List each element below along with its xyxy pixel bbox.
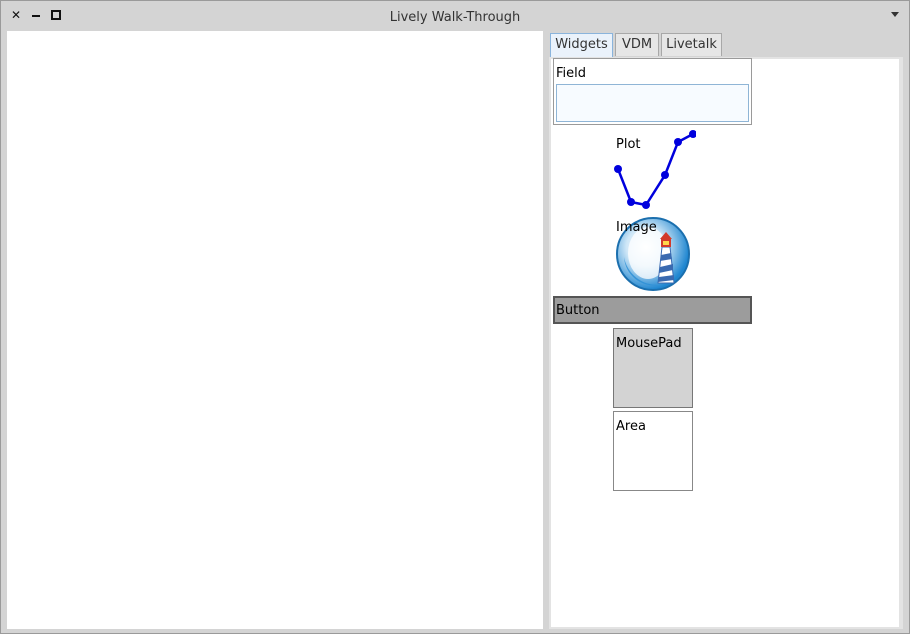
widgets-panel (549, 57, 903, 629)
plot-point (627, 198, 635, 206)
app-window: ✕ Lively Walk-Through Widgets VDM Liveta… (0, 0, 910, 634)
field-label: Field (556, 66, 587, 81)
plot-point (614, 165, 622, 173)
world-canvas[interactable] (7, 31, 543, 629)
title-bar[interactable]: ✕ Lively Walk-Through (1, 1, 909, 30)
tab-widgets[interactable]: Widgets (550, 33, 613, 58)
image-label: Image (616, 220, 657, 235)
chevron-down-icon[interactable] (891, 12, 899, 17)
tab-vdm[interactable]: VDM (615, 33, 659, 56)
mousepad-label: MousePad (616, 336, 682, 351)
plot-label: Plot (616, 137, 641, 152)
button-label: Button (556, 303, 600, 318)
plot-point (642, 201, 650, 209)
field-input[interactable] (556, 84, 749, 122)
plot-point (661, 171, 669, 179)
area-label: Area (616, 419, 646, 434)
window-title: Lively Walk-Through (389, 10, 521, 25)
plot-point (674, 138, 682, 146)
tab-livetalk[interactable]: Livetalk (661, 33, 722, 56)
